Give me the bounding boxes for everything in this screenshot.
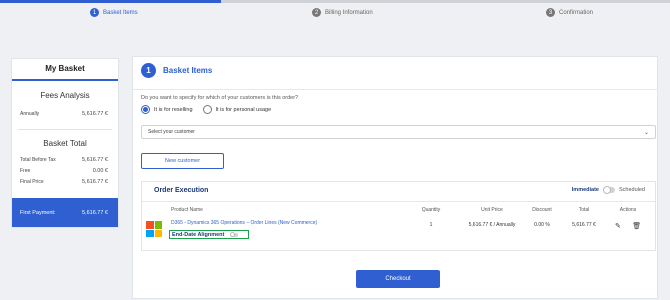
step-label: Confirmation xyxy=(559,9,594,16)
order-execution-card: Order Execution Immediate Scheduled Prod… xyxy=(141,181,656,251)
quantity-value: 1 xyxy=(429,222,433,228)
final-price-label: Final Price xyxy=(20,179,44,185)
microsoft-logo-icon xyxy=(146,221,162,237)
product-name-link[interactable]: D365 - Dynamics 365 Operations – Order L… xyxy=(171,220,317,226)
radio-selected-icon xyxy=(141,105,150,114)
progress-bar xyxy=(0,0,670,3)
section-title: Basket Items xyxy=(163,66,213,75)
order-purpose-radio-group: It is for reselling It is for personal u… xyxy=(141,105,271,114)
final-price-value: 5,616.77 € xyxy=(82,179,108,185)
order-execution-title: Order Execution xyxy=(154,187,209,194)
first-payment-bar: First Payment: 5,616.77 € xyxy=(12,198,118,227)
divider xyxy=(133,89,657,90)
execution-mode-toggle[interactable]: Immediate Scheduled xyxy=(571,186,645,194)
step-label: Basket Items xyxy=(103,9,138,16)
order-execution-header: Order Execution Immediate Scheduled xyxy=(142,182,655,202)
basket-items-panel: 1 Basket Items Do you want to specify fo… xyxy=(132,56,658,299)
radio-personal-usage-label: It is for personal usage xyxy=(215,106,272,113)
progress-fill xyxy=(0,0,222,3)
first-payment-label: First Payment: xyxy=(20,209,56,216)
total-before-tax-value: 5,616.77 € xyxy=(82,157,108,163)
radio-reselling-label: It is for reselling xyxy=(154,106,193,113)
radio-reselling[interactable]: It is for reselling xyxy=(141,105,193,114)
total-before-tax-label: Total Before Tax xyxy=(20,157,56,163)
checkout-button[interactable]: Checkout xyxy=(356,270,440,288)
chevron-down-icon: ⌄ xyxy=(643,129,649,136)
annually-value: 5,616.77 € xyxy=(82,111,108,117)
total-value: 5,616.77 € xyxy=(572,222,596,228)
col-actions: Actions xyxy=(619,207,637,213)
section-header: 1 Basket Items xyxy=(141,63,212,78)
scheduled-label: Scheduled xyxy=(619,187,645,193)
end-date-alignment-label: End-Date Alignment xyxy=(172,231,225,238)
basket-summary-panel: My Basket Fees Analysis Annually 5,616.7… xyxy=(11,58,119,228)
end-date-alignment-toggle[interactable]: End-Date Alignment xyxy=(169,230,249,239)
col-unit-price: Unit Price xyxy=(481,207,503,213)
unit-price-value: 5,616.77 € / Annually xyxy=(468,222,516,228)
radio-unselected-icon xyxy=(202,105,212,114)
col-discount: Discount xyxy=(532,207,552,213)
row-actions: ✎ 🗑 xyxy=(610,222,646,230)
fees-analysis-title: Fees Analysis xyxy=(40,91,90,100)
col-product-name: Product Name xyxy=(171,207,203,213)
first-payment-value: 5,616.77 € xyxy=(82,209,108,216)
immediate-label: Immediate xyxy=(571,187,599,193)
customer-question: Do you want to specify for which of your… xyxy=(141,95,299,101)
step-billing-information[interactable]: 2 Billing Information xyxy=(312,8,373,17)
table-row: D365 - Dynamics 365 Operations – Order L… xyxy=(142,219,655,247)
free-label: Free xyxy=(20,168,31,174)
customer-select-value: Select your customer xyxy=(148,129,195,135)
step-confirmation[interactable]: 3 Confirmation xyxy=(546,8,593,17)
checkout-stepper: 1 Basket Items 2 Billing Information 3 C… xyxy=(0,8,670,24)
free-row: Free 0.00 € xyxy=(12,168,118,174)
execution-mode-switch[interactable] xyxy=(603,186,615,194)
total-before-tax-row: Total Before Tax 5,616.77 € xyxy=(12,157,118,163)
basket-total-title: Basket Total xyxy=(43,139,87,148)
new-customer-button[interactable]: New customer xyxy=(141,153,224,169)
final-price-row: Final Price 5,616.77 € xyxy=(12,179,118,185)
radio-personal-usage[interactable]: It is for personal usage xyxy=(202,105,272,114)
col-total: Total xyxy=(578,207,590,213)
step-number: 1 xyxy=(90,8,99,17)
divider xyxy=(18,129,112,130)
discount-value: 0.00 % xyxy=(534,222,550,228)
customer-select[interactable]: Select your customer ⌄ xyxy=(141,125,656,139)
col-quantity: Quantity xyxy=(421,207,441,213)
pencil-icon[interactable]: ✎ xyxy=(615,222,621,230)
step-number: 3 xyxy=(546,8,555,17)
end-date-alignment-switch[interactable] xyxy=(230,231,239,237)
step-basket-items[interactable]: 1 Basket Items xyxy=(90,8,138,17)
section-step-number: 1 xyxy=(141,63,156,78)
step-label: Billing Information xyxy=(325,9,373,16)
step-number: 2 xyxy=(312,8,321,17)
annually-label: Annually xyxy=(20,111,40,117)
free-value: 0.00 € xyxy=(92,168,108,174)
trash-icon[interactable]: 🗑 xyxy=(632,222,641,230)
annually-row: Annually 5,616.77 € xyxy=(12,111,118,117)
basket-title: My Basket xyxy=(12,59,118,81)
